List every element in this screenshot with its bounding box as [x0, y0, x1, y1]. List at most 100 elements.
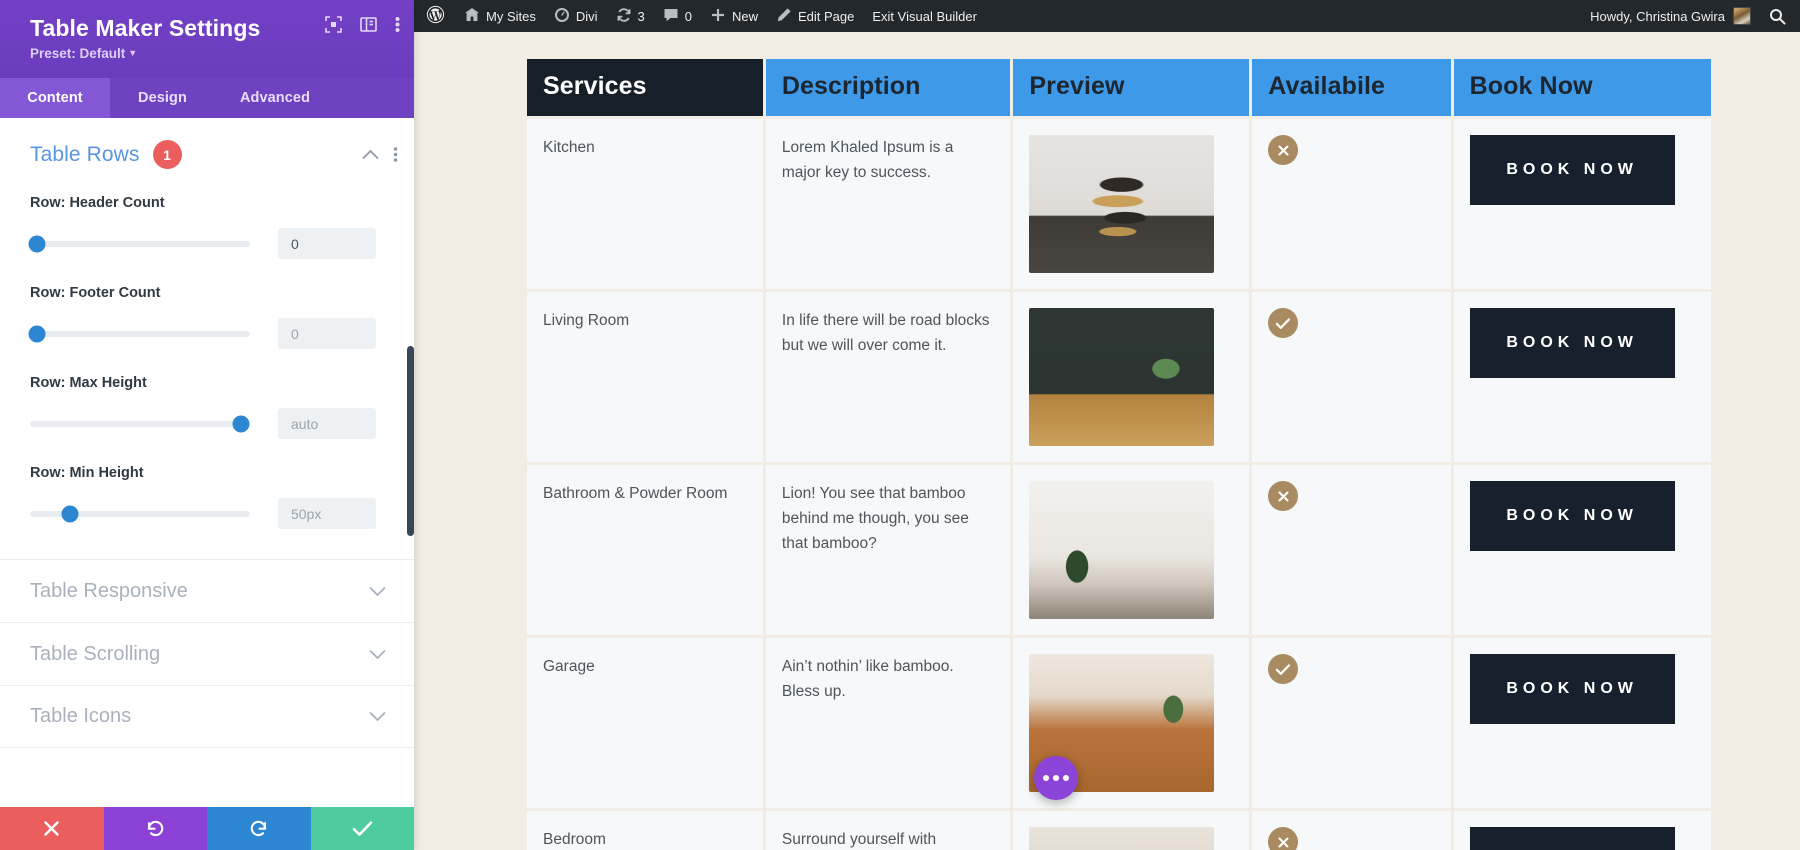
section-table-scrolling[interactable]: Table Scrolling — [0, 622, 414, 685]
col-header-book-now[interactable]: Book Now — [1454, 59, 1711, 116]
preset-selector[interactable]: Preset: Default▼ — [30, 46, 137, 61]
book-now-button[interactable]: BOOK NOW — [1470, 827, 1675, 850]
search-icon[interactable] — [1761, 8, 1800, 25]
section-table-icons[interactable]: Table Icons — [0, 685, 414, 748]
table-maker-module: Services Description Preview Availabile … — [414, 32, 1800, 850]
table-head: Services Description Preview Availabile … — [527, 59, 1711, 116]
row-min-height-slider[interactable] — [30, 511, 250, 517]
slider-knob[interactable] — [233, 415, 250, 432]
cell-service: Kitchen — [527, 119, 763, 289]
slider-knob[interactable] — [61, 505, 78, 522]
book-now-button[interactable]: BOOK NOW — [1470, 654, 1675, 724]
table-maker-settings-panel: Table Maker Settings Preset: Default▼ — [0, 0, 414, 850]
unavailable-cross-icon — [1268, 827, 1298, 850]
field-row-min-height: Row: Min Height 50px — [0, 465, 414, 529]
row-header-count-input[interactable]: 0 — [278, 228, 376, 259]
admin-bar-account[interactable]: Howdy, Christina Gwira — [1580, 7, 1761, 25]
undo-button[interactable] — [104, 807, 208, 850]
admin-bar-comments[interactable]: 0 — [654, 0, 701, 32]
chevron-up-icon[interactable] — [362, 149, 379, 160]
col-header-services[interactable]: Services — [527, 59, 763, 116]
cell-preview — [1013, 292, 1249, 462]
cancel-button[interactable] — [0, 807, 104, 850]
table-row: Garage Ain’t nothin’ like bamboo. Bless … — [527, 638, 1711, 808]
check-icon — [352, 820, 373, 837]
book-now-button[interactable]: BOOK NOW — [1470, 481, 1675, 551]
admin-bar-label: 0 — [685, 9, 692, 24]
col-header-description[interactable]: Description — [766, 59, 1010, 116]
cell-available — [1252, 292, 1450, 462]
table-row: Bedroom Surround yourself with BOOK NOW — [527, 811, 1711, 850]
slider-knob[interactable] — [28, 235, 45, 252]
settings-scroll-area[interactable]: Table Rows 1 Row: Header Count 0 — [0, 118, 414, 807]
preset-label: Preset: Default — [30, 46, 125, 61]
cell-service: Bathroom & Powder Room — [527, 465, 763, 635]
row-footer-count-slider[interactable] — [30, 331, 250, 337]
kebab-menu-icon[interactable] — [395, 16, 400, 33]
row-max-height-input[interactable]: auto — [278, 408, 376, 439]
collapsed-sections: Table Responsive Table Scrolling Table I… — [0, 559, 414, 748]
section-table-responsive[interactable]: Table Responsive — [0, 559, 414, 622]
tab-content[interactable]: Content — [0, 78, 110, 118]
row-min-height-input[interactable]: 50px — [278, 498, 376, 529]
book-now-button[interactable]: BOOK NOW — [1470, 135, 1675, 205]
cell-service: Garage — [527, 638, 763, 808]
table-rows-section-header[interactable]: Table Rows 1 — [0, 118, 414, 169]
updates-icon — [616, 7, 632, 26]
field-label: Row: Min Height — [30, 465, 384, 481]
field-row-footer-count: Row: Footer Count 0 — [0, 285, 414, 349]
book-now-button[interactable]: BOOK NOW — [1470, 308, 1675, 378]
cell-book-now: BOOK NOW — [1454, 119, 1711, 289]
living-room-shelves-photo — [1029, 308, 1214, 446]
admin-bar-exit-visual-builder[interactable]: Exit Visual Builder — [863, 0, 986, 32]
field-label: Row: Footer Count — [30, 285, 384, 301]
admin-bar-right: Howdy, Christina Gwira — [1580, 7, 1800, 25]
sidebar-scrollbar[interactable] — [407, 346, 414, 536]
fullscreen-icon[interactable] — [325, 16, 342, 33]
row-max-height-slider[interactable] — [30, 421, 250, 427]
cell-description: Ain’t nothin’ like bamboo. Bless up. — [766, 638, 1010, 808]
admin-bar-updates[interactable]: 3 — [607, 0, 654, 32]
admin-bar-label: 3 — [638, 9, 645, 24]
services-table: Services Description Preview Availabile … — [524, 56, 1714, 850]
slider-knob[interactable] — [28, 325, 45, 342]
page-settings-fab[interactable] — [1034, 756, 1078, 800]
avatar — [1733, 7, 1751, 25]
section-kebab-menu-icon[interactable] — [393, 146, 398, 163]
admin-bar-divi[interactable]: Divi — [545, 0, 607, 32]
cell-description: Lorem Khaled Ipsum is a major key to suc… — [766, 119, 1010, 289]
wordpress-logo-icon — [426, 5, 445, 27]
admin-bar-wordpress-logo[interactable] — [414, 0, 455, 32]
table-row: Bathroom & Powder Room Lion! You see tha… — [527, 465, 1711, 635]
redo-button[interactable] — [207, 807, 311, 850]
chevron-down-icon: ▼ — [128, 48, 137, 58]
admin-bar-label: Exit Visual Builder — [872, 9, 977, 24]
comments-icon — [663, 7, 679, 26]
pencil-icon — [776, 7, 792, 26]
cell-available — [1252, 811, 1450, 850]
cell-service: Bedroom — [527, 811, 763, 850]
three-dots-icon — [1043, 775, 1049, 781]
kitchen-chandelier-photo — [1029, 135, 1214, 273]
admin-bar-new[interactable]: New — [701, 0, 767, 32]
cell-available — [1252, 638, 1450, 808]
status-badge: 1 — [153, 140, 182, 169]
admin-bar-my-sites[interactable]: My Sites — [455, 0, 545, 32]
col-header-available[interactable]: Availabile — [1252, 59, 1450, 116]
row-footer-count-input[interactable]: 0 — [278, 318, 376, 349]
panel-layout-icon[interactable] — [360, 16, 377, 33]
save-button[interactable] — [311, 807, 415, 850]
undo-icon — [145, 818, 166, 839]
settings-action-bar — [0, 807, 414, 850]
cell-description: Surround yourself with — [766, 811, 1010, 850]
col-header-preview[interactable]: Preview — [1013, 59, 1249, 116]
howdy-label: Howdy, Christina Gwira — [1590, 9, 1725, 24]
available-check-icon — [1268, 654, 1298, 684]
cell-preview — [1013, 119, 1249, 289]
wordpress-admin-bar: My Sites Divi 3 — [414, 0, 1800, 32]
tab-advanced[interactable]: Advanced — [215, 78, 335, 118]
visual-builder-canvas: My Sites Divi 3 — [414, 0, 1800, 850]
row-header-count-slider[interactable] — [30, 241, 250, 247]
tab-design[interactable]: Design — [110, 78, 215, 118]
admin-bar-edit-page[interactable]: Edit Page — [767, 0, 863, 32]
